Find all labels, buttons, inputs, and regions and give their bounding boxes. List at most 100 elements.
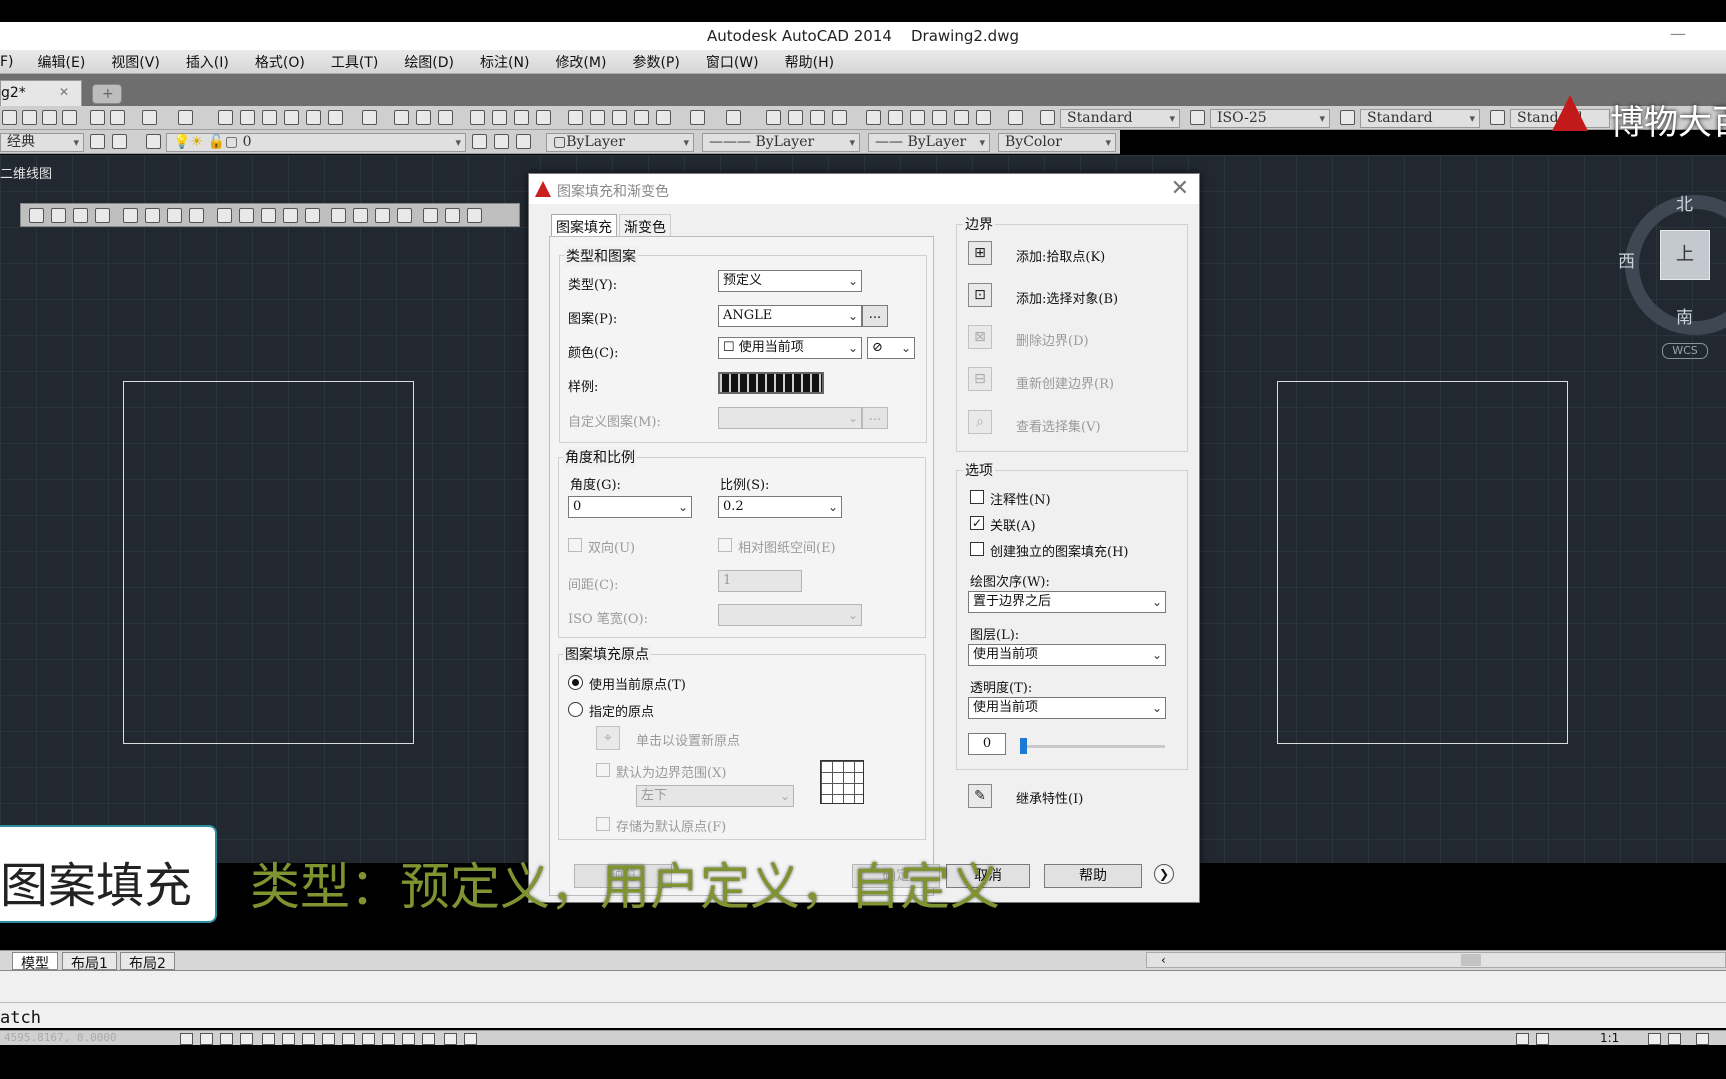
- undo2-icon[interactable]: [690, 110, 705, 125]
- properties2-icon[interactable]: [866, 110, 881, 125]
- doc-tab-drawing2[interactable]: g2* ✕: [0, 80, 82, 106]
- default-extents-checkbox[interactable]: [596, 763, 610, 777]
- zoom-previous-icon[interactable]: [832, 110, 847, 125]
- tolerance-icon[interactable]: [331, 208, 346, 223]
- redo-icon[interactable]: [178, 110, 193, 125]
- paste-icon[interactable]: [110, 110, 125, 125]
- tpy-icon[interactable]: [402, 1033, 415, 1045]
- tab-layout1[interactable]: 布局1: [62, 952, 117, 972]
- diameter-icon[interactable]: [167, 208, 182, 223]
- tab-model[interactable]: 模型: [12, 952, 58, 972]
- dim-edit-icon[interactable]: [423, 208, 438, 223]
- markup-icon[interactable]: [306, 110, 321, 125]
- iso-pen-select[interactable]: ⌄: [718, 604, 862, 626]
- custom-pattern-browse-button[interactable]: ...: [862, 407, 888, 429]
- wcs-menu[interactable]: WCS: [1662, 343, 1708, 359]
- qp-icon[interactable]: [422, 1033, 435, 1045]
- scroll-left-icon[interactable]: ‹: [1161, 953, 1166, 967]
- polar-icon[interactable]: [262, 1033, 275, 1045]
- help2-icon[interactable]: [1008, 110, 1023, 125]
- menu-draw[interactable]: 绘图(D): [404, 52, 454, 72]
- double-checkbox[interactable]: [568, 538, 582, 552]
- color-select[interactable]: ☐ 使用当前项 ⌄: [718, 337, 862, 359]
- compass-south[interactable]: 南: [1676, 303, 1693, 328]
- origin-position-select[interactable]: 左下 ⌄: [636, 785, 794, 807]
- view-selections-button[interactable]: ⌕: [968, 410, 992, 434]
- transparency-slider-thumb[interactable]: [1020, 738, 1027, 754]
- redo2-icon[interactable]: [726, 110, 741, 125]
- menu-insert[interactable]: 插入(I): [186, 52, 229, 72]
- zoom-realtime-icon[interactable]: [788, 110, 803, 125]
- aligned-dim-icon[interactable]: [51, 208, 66, 223]
- dim-text-edit-icon[interactable]: [445, 208, 460, 223]
- transparency-slider-track[interactable]: [1020, 745, 1165, 748]
- dim-style-select[interactable]: ISO-25 ▾: [1210, 109, 1330, 128]
- custom-pattern-select[interactable]: ⌄: [718, 407, 862, 429]
- menu-edit[interactable]: 编辑(E): [38, 52, 86, 72]
- grid-icon[interactable]: [220, 1033, 233, 1045]
- sheetset-icon[interactable]: [284, 110, 299, 125]
- jogged-linear-icon[interactable]: [397, 208, 412, 223]
- annotation-scale[interactable]: 1:1: [1600, 1031, 1619, 1045]
- copy-icon[interactable]: [590, 110, 605, 125]
- angle-select[interactable]: 0 ⌄: [568, 496, 692, 518]
- blockeditor-icon[interactable]: [656, 110, 671, 125]
- add-select-objects-button[interactable]: ⊡: [968, 283, 992, 307]
- sheetset2-icon[interactable]: [932, 110, 947, 125]
- menu-help[interactable]: 帮助(H): [785, 52, 834, 72]
- horizontal-scrollbar[interactable]: ‹: [1146, 952, 1726, 968]
- workspace-switch-icon[interactable]: [1696, 1033, 1709, 1045]
- annotative-checkbox[interactable]: [970, 490, 984, 504]
- type-select[interactable]: 预定义 ⌄: [718, 270, 862, 292]
- scrollbar-thumb[interactable]: [1461, 954, 1481, 966]
- tab-gradient[interactable]: 渐变色: [619, 214, 671, 236]
- text-style-select[interactable]: Standard ▾: [1060, 109, 1180, 128]
- help-button[interactable]: 帮助: [1044, 864, 1142, 888]
- save2-icon[interactable]: [438, 110, 453, 125]
- dim-update-icon[interactable]: [467, 208, 482, 223]
- quick-view-icon[interactable]: [1536, 1033, 1549, 1045]
- dim-break-icon[interactable]: [305, 208, 320, 223]
- calculator-icon[interactable]: [328, 110, 343, 125]
- make-current-icon[interactable]: [472, 134, 487, 149]
- table-style-select[interactable]: Standard ▾: [1360, 109, 1480, 128]
- save-icon[interactable]: [42, 110, 57, 125]
- quick-dim-icon[interactable]: [217, 208, 232, 223]
- designcenter2-icon[interactable]: [888, 110, 903, 125]
- open-icon[interactable]: [22, 110, 37, 125]
- model-space-icon[interactable]: [1516, 1033, 1529, 1045]
- lwt-icon[interactable]: [382, 1033, 395, 1045]
- sc-icon[interactable]: [444, 1033, 457, 1045]
- layer-state-icon[interactable]: [516, 134, 531, 149]
- separate-hatches-checkbox[interactable]: [970, 542, 984, 556]
- plotstyle-select[interactable]: ByColor ▾: [998, 133, 1116, 152]
- doc-tab-close-icon[interactable]: ✕: [59, 85, 69, 99]
- table-style-icon[interactable]: [1340, 110, 1355, 125]
- new-icon[interactable]: [2, 110, 17, 125]
- dyn-icon[interactable]: [362, 1033, 375, 1045]
- 3dosnap-icon[interactable]: [302, 1033, 315, 1045]
- menu-format[interactable]: 格式(O): [255, 52, 305, 72]
- viewcube-top-face[interactable]: 上: [1660, 230, 1710, 280]
- toolpalette-icon[interactable]: [262, 110, 277, 125]
- menu-parametric[interactable]: 参数(P): [632, 52, 679, 72]
- set-origin-button[interactable]: ⌖: [596, 726, 620, 750]
- paste2-icon[interactable]: [612, 110, 627, 125]
- view-style-label[interactable]: 二维线图: [0, 163, 52, 182]
- matchprop-icon[interactable]: [90, 110, 105, 125]
- draw-order-select[interactable]: 置于边界之后 ⌄: [968, 591, 1166, 613]
- add-pick-points-button[interactable]: ⊞: [968, 241, 992, 265]
- pattern-select[interactable]: ANGLE ⌄: [718, 305, 862, 327]
- store-default-checkbox[interactable]: [596, 817, 610, 831]
- otrack-icon[interactable]: [322, 1033, 335, 1045]
- plot-icon[interactable]: [62, 110, 77, 125]
- continue-icon[interactable]: [261, 208, 276, 223]
- matchprop2-icon[interactable]: [634, 110, 649, 125]
- more-options-button[interactable]: ❯: [1154, 864, 1174, 884]
- dim-style-icon[interactable]: [1190, 110, 1205, 125]
- auto-scale-icon[interactable]: [1668, 1033, 1681, 1045]
- inspect-icon[interactable]: [375, 208, 390, 223]
- zoom-window-icon[interactable]: [810, 110, 825, 125]
- spacing-input[interactable]: 1: [718, 570, 802, 592]
- tab-hatch[interactable]: 图案填充: [551, 214, 617, 236]
